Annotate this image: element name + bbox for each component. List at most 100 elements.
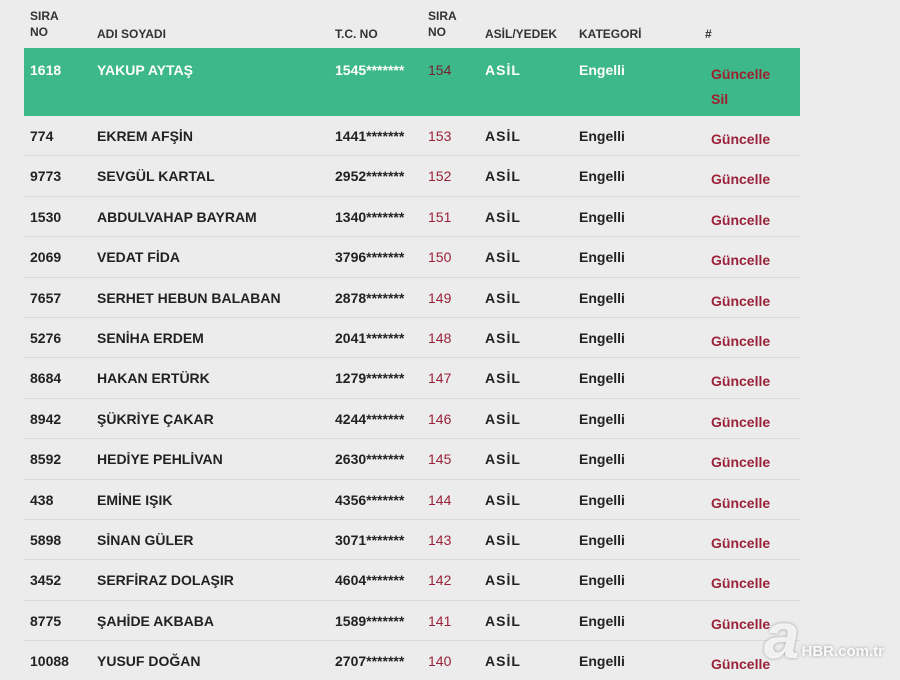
cell-asil-yedek: ASİL [485,168,521,185]
cell-sira: 145 [428,451,452,468]
cell-asil-yedek: ASİL [485,531,521,548]
cell-sira-no: 2069 [30,249,62,266]
row-actions: Güncelle [711,612,770,637]
update-link[interactable]: Güncelle [711,369,770,394]
cell-sira: 153 [428,128,452,144]
update-link[interactable]: Güncelle [711,329,770,354]
cell-sira-no: 5898 [30,531,62,548]
update-link[interactable]: Güncelle [711,289,770,314]
delete-link[interactable]: Sil [711,87,770,112]
update-link[interactable]: Güncelle [711,612,770,637]
cell-sira: 149 [428,289,452,306]
update-link[interactable]: Güncelle [711,248,770,273]
cell-asil-yedek: ASİL [485,62,521,78]
update-link[interactable]: Güncelle [711,450,770,475]
cell-sira-no: 10088 [30,653,69,670]
table-header: SIRA NO ADI SOYADI T.C. NO SIRA NO ASİL/… [0,0,800,48]
table-row: 7657 SERHET HEBUN BALABAN 2878******* 149 AS… [24,278,800,318]
table-row: 8592 HEDİYE PEHLİVAN 2630******* 145 ASİL Eng… [24,439,800,480]
row-actions: Güncelle [711,289,770,314]
row-actions: Güncelle [711,531,770,556]
cell-ad-soyadi: ŞÜKRİYE ÇAKAR [97,410,214,427]
cell-asil-yedek: ASİL [485,612,521,629]
update-link[interactable]: Güncelle [711,62,770,87]
row-actions: Güncelle [711,369,770,394]
table-row: 774 EKREM AFŞİN 1441******* 153 ASİL Engelli G… [24,116,800,157]
cell-sira-no: 8942 [30,410,62,427]
cell-sira-no: 1530 [30,208,62,225]
cell-kategori: Engelli [579,168,625,185]
cell-kategori: Engelli [579,249,625,266]
cell-ad-soyadi: YAKUP AYTAŞ [97,62,193,78]
header-asil-yedek-text: ASİL/YEDEK [485,26,558,41]
row-actions: Güncelle [711,167,770,192]
update-link[interactable]: Güncelle [711,410,770,435]
cell-tc-no: 2707******* [335,653,405,670]
cell-kategori: Engelli [579,410,625,427]
update-link[interactable]: Güncelle [711,491,770,516]
cell-asil-yedek: ASİL [485,370,521,387]
cell-ad-soyadi: HEDİYE PEHLİVAN [97,451,223,468]
watermark: a HBR.com.tr [764,604,884,668]
cell-kategori: Engelli [579,62,625,78]
update-link[interactable]: Güncelle [711,167,770,192]
cell-tc-no: 3796******* [335,249,405,266]
table-row: 8942 ŞÜKRİYE ÇAKAR 4244******* 146 ASİL Engel… [24,399,800,440]
cell-sira-no: 9773 [30,168,62,185]
cell-kategori: Engelli [579,370,625,387]
cell-asil-yedek: ASİL [485,491,521,508]
table-row: 9773 SEVGÜL KARTAL 2952******* 152 ASİL Engel… [24,156,800,197]
cell-tc-no: 4604******* [335,572,405,589]
cell-kategori: Engelli [579,491,625,508]
header-kategori: KATEGORİ [579,0,641,48]
cell-asil-yedek: ASİL [485,653,521,670]
cell-sira-no: 8775 [30,612,62,629]
cell-tc-no: 2878******* [335,289,405,306]
header-sira-no: SIRA NO [30,0,59,48]
cell-asil-yedek: ASİL [485,329,521,346]
cell-sira: 143 [428,531,452,548]
cell-ad-soyadi: YUSUF DOĞAN [97,653,201,670]
cell-sira-no: 8592 [30,451,62,468]
update-link[interactable]: Güncelle [711,531,770,556]
cell-tc-no: 3071******* [335,531,405,548]
cell-sira-no: 774 [30,128,54,144]
row-actions: Güncelle [711,450,770,475]
cell-asil-yedek: ASİL [485,249,521,266]
header-sira-no-line2: NO [30,25,48,39]
update-link[interactable]: Güncelle [711,127,770,152]
table-row: 10088 YUSUF DOĞAN 2707******* 140 ASİL Engell… [24,641,800,680]
header-tc-no-text: T.C. NO [335,26,378,41]
header-sira2-line2: NO [428,25,446,39]
cell-sira: 148 [428,329,452,346]
cell-sira-no: 3452 [30,572,62,589]
cell-sira: 142 [428,572,452,589]
table-row: 3452 SERFİRAZ DOLAŞIR 4604******* 142 ASİL En… [24,560,800,601]
cell-sira-no: 8684 [30,370,62,387]
table-row: 8775 ŞAHİDE AKBABA 1589******* 141 ASİL Engel… [24,601,800,642]
header-actions: # [705,0,712,48]
row-actions: Güncelle Sil [711,62,770,111]
update-link[interactable]: Güncelle [711,652,770,677]
cell-kategori: Engelli [579,329,625,346]
header-hash-text: # [705,26,712,41]
cell-kategori: Engelli [579,572,625,589]
cell-tc-no: 1545******* [335,62,405,78]
header-asil-yedek: ASİL/YEDEK [485,0,557,48]
cell-ad-soyadi: EMİNE IŞIK [97,491,173,508]
row-actions: Güncelle [711,127,770,152]
cell-ad-soyadi: SERFİRAZ DOLAŞIR [97,572,234,589]
cell-asil-yedek: ASİL [485,410,521,427]
table-row: 438 EMİNE IŞIK 4356******* 144 ASİL Engelli Gü… [24,480,800,520]
update-link[interactable]: Güncelle [711,208,770,233]
update-link[interactable]: Güncelle [711,571,770,596]
cell-sira: 141 [428,612,452,629]
cell-tc-no: 1441******* [335,128,405,144]
cell-sira: 144 [428,491,452,508]
cell-sira-no: 1618 [30,62,62,78]
table-row: 1530 ABDULVAHAP BAYRAM 1340******* 151 ASİL E… [24,197,800,238]
cell-ad-soyadi: ABDULVAHAP BAYRAM [97,208,257,225]
header-tc-no: T.C. NO [335,0,378,48]
cell-asil-yedek: ASİL [485,572,521,589]
header-kategori-text: KATEGORİ [579,26,642,41]
